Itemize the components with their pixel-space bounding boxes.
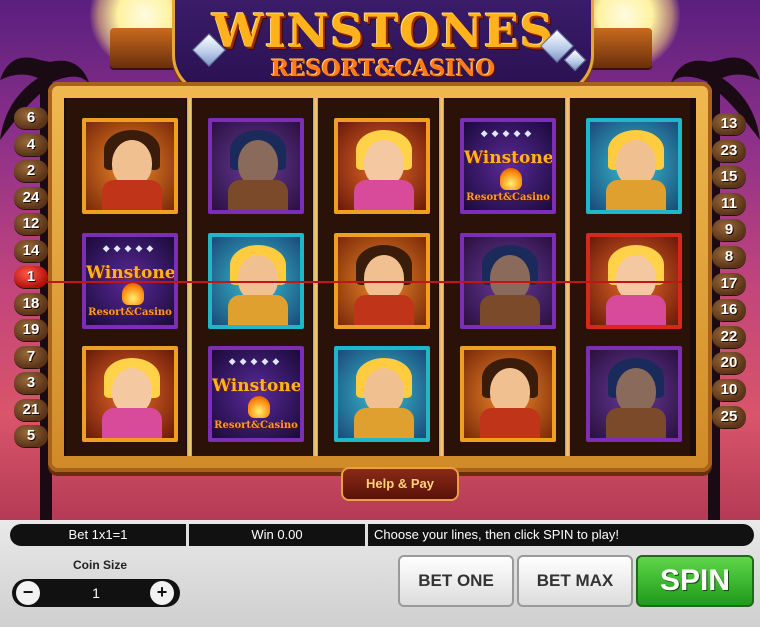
character-body bbox=[480, 408, 540, 438]
line-button-22[interactable]: 22 bbox=[712, 325, 746, 348]
symbol-logo-text: Winstones bbox=[464, 148, 556, 168]
winstone-man-symbol bbox=[82, 118, 178, 214]
logo-symbol: ◆◆◆◆◆ Winstones Resort&Casino bbox=[208, 346, 304, 442]
line-button-23[interactable]: 23 bbox=[712, 139, 746, 162]
logo-title: WINSTONES bbox=[211, 4, 555, 58]
gems-row-icon: ◆◆◆◆◆ bbox=[228, 356, 284, 366]
line-button-25[interactable]: 25 bbox=[712, 405, 746, 428]
character-body bbox=[354, 295, 414, 325]
hippo-captain-symbol bbox=[586, 346, 682, 442]
line-button-13[interactable]: 13 bbox=[712, 113, 746, 135]
line-button-12[interactable]: 12 bbox=[14, 213, 48, 235]
character-body bbox=[606, 295, 666, 325]
line-button-10[interactable]: 10 bbox=[712, 379, 746, 401]
help-pay-button[interactable]: Help & Pay bbox=[341, 467, 459, 501]
symbol-logo-subtext: Resort&Casino bbox=[214, 420, 298, 431]
character-body bbox=[228, 295, 288, 325]
left-torch bbox=[110, 28, 180, 68]
character-body bbox=[480, 295, 540, 325]
flame-icon bbox=[248, 396, 270, 418]
bet-max-button[interactable]: BET MAX bbox=[517, 555, 633, 607]
coin-decrease-button[interactable]: − bbox=[16, 581, 40, 605]
flame-icon bbox=[122, 283, 144, 305]
line-button-6[interactable]: 6 bbox=[14, 107, 48, 129]
line-button-1[interactable]: 1 bbox=[14, 266, 48, 288]
line-button-3[interactable]: 3 bbox=[14, 372, 48, 394]
payline-1 bbox=[40, 281, 682, 283]
line-button-21[interactable]: 21 bbox=[14, 398, 48, 421]
win-display: Win 0.00 bbox=[251, 527, 303, 542]
line-button-17[interactable]: 17 bbox=[712, 272, 746, 295]
line-button-15[interactable]: 15 bbox=[712, 166, 746, 189]
line-button-16[interactable]: 16 bbox=[712, 299, 746, 322]
spin-button[interactable]: SPIN bbox=[636, 555, 754, 607]
bet-one-button[interactable]: BET ONE bbox=[398, 555, 514, 607]
line-button-2[interactable]: 2 bbox=[14, 160, 48, 182]
coin-size-value: 1 bbox=[92, 585, 100, 601]
line-button-24[interactable]: 24 bbox=[14, 186, 48, 209]
symbol-logo-subtext: Resort&Casino bbox=[466, 192, 550, 203]
couple-symbol bbox=[334, 346, 430, 442]
character-body bbox=[606, 408, 666, 438]
character-body bbox=[354, 180, 414, 210]
character-body bbox=[606, 180, 666, 210]
bet-display: Bet 1x1=1 bbox=[68, 527, 128, 542]
logo-subtitle: RESORT&CASINO bbox=[270, 56, 496, 82]
couple-symbol bbox=[586, 118, 682, 214]
line-button-11[interactable]: 11 bbox=[712, 192, 746, 215]
gems-row-icon: ◆◆◆◆◆ bbox=[102, 243, 158, 253]
game-logo: WINSTONES RESORT&CASINO bbox=[172, 0, 594, 95]
symbol-logo-text: Winstones bbox=[212, 376, 304, 396]
coin-increase-button[interactable]: + bbox=[150, 581, 174, 605]
coin-size-label: Coin Size bbox=[72, 558, 127, 572]
flame-icon bbox=[500, 168, 522, 190]
gems-row-icon: ◆◆◆◆◆ bbox=[480, 128, 536, 138]
line-button-9[interactable]: 9 bbox=[712, 219, 746, 242]
line-button-14[interactable]: 14 bbox=[14, 239, 48, 262]
logo-symbol: ◆◆◆◆◆ Winstones Resort&Casino bbox=[460, 118, 556, 214]
blonde-woman-symbol bbox=[334, 118, 430, 214]
winstone-man-symbol bbox=[460, 346, 556, 442]
blonde-woman-symbol bbox=[82, 346, 178, 442]
line-button-5[interactable]: 5 bbox=[14, 425, 48, 447]
line-button-8[interactable]: 8 bbox=[712, 246, 746, 268]
symbol-logo-text: Winstones bbox=[86, 263, 178, 283]
character-body bbox=[354, 408, 414, 438]
line-button-19[interactable]: 19 bbox=[14, 319, 48, 341]
character-body bbox=[102, 408, 162, 438]
status-message: Choose your lines, then click SPIN to pl… bbox=[374, 527, 619, 542]
character-body bbox=[228, 180, 288, 210]
line-button-4[interactable]: 4 bbox=[14, 133, 48, 156]
symbol-logo-subtext: Resort&Casino bbox=[88, 307, 172, 318]
character-body bbox=[102, 180, 162, 210]
line-button-18[interactable]: 18 bbox=[14, 292, 48, 315]
line-button-7[interactable]: 7 bbox=[14, 345, 48, 368]
line-button-20[interactable]: 20 bbox=[712, 352, 746, 375]
hippo-captain-symbol bbox=[208, 118, 304, 214]
